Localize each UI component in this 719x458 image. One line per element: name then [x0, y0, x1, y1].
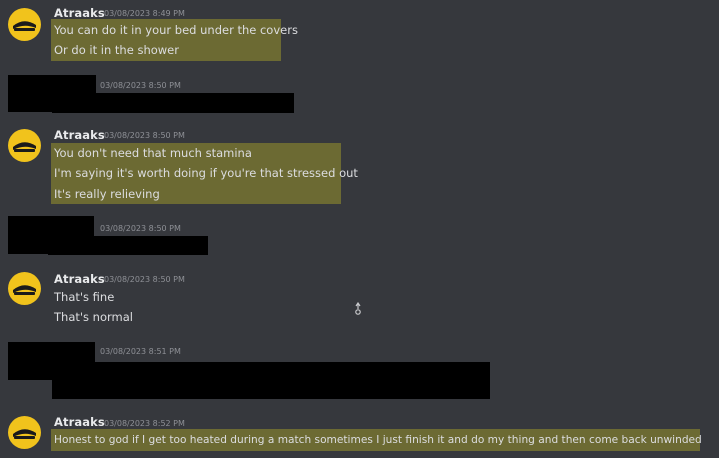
- timestamp: 03/08/2023 8:49 PM: [104, 9, 185, 18]
- avatar[interactable]: [8, 8, 41, 41]
- redacted-message: [52, 362, 490, 399]
- avatar-hat-icon: [13, 285, 36, 295]
- message-text: It's really relieving: [54, 187, 160, 201]
- timestamp: 03/08/2023 8:50 PM: [104, 131, 185, 140]
- redacted-message: [52, 93, 294, 113]
- message-text: You don't need that much stamina: [54, 146, 252, 160]
- message-text: Or do it in the shower: [54, 43, 179, 57]
- timestamp: 03/08/2023 8:50 PM: [104, 275, 185, 284]
- mouse-cursor-icon: [355, 302, 361, 315]
- avatar[interactable]: [8, 129, 41, 162]
- timestamp: 03/08/2023 8:51 PM: [100, 347, 181, 356]
- username[interactable]: Atraaks: [54, 415, 105, 429]
- username[interactable]: Atraaks: [54, 6, 105, 20]
- username[interactable]: Atraaks: [54, 272, 105, 286]
- avatar-hat-icon: [13, 429, 36, 439]
- timestamp: 03/08/2023 8:50 PM: [100, 81, 181, 90]
- avatar[interactable]: [8, 416, 41, 449]
- redacted-message: [48, 236, 208, 255]
- timestamp: 03/08/2023 8:52 PM: [104, 419, 185, 428]
- message-text: That's fine: [54, 290, 115, 304]
- message-text: You can do it in your bed under the cove…: [54, 23, 298, 37]
- avatar-hat-icon: [13, 21, 36, 31]
- avatar-hat-icon: [13, 142, 36, 152]
- message-text: I'm saying it's worth doing if you're th…: [54, 166, 358, 180]
- message-text: Honest to god if I get too heated during…: [54, 434, 702, 446]
- username[interactable]: Atraaks: [54, 128, 105, 142]
- avatar[interactable]: [8, 272, 41, 305]
- timestamp: 03/08/2023 8:50 PM: [100, 224, 181, 233]
- message-text: That's normal: [54, 310, 133, 324]
